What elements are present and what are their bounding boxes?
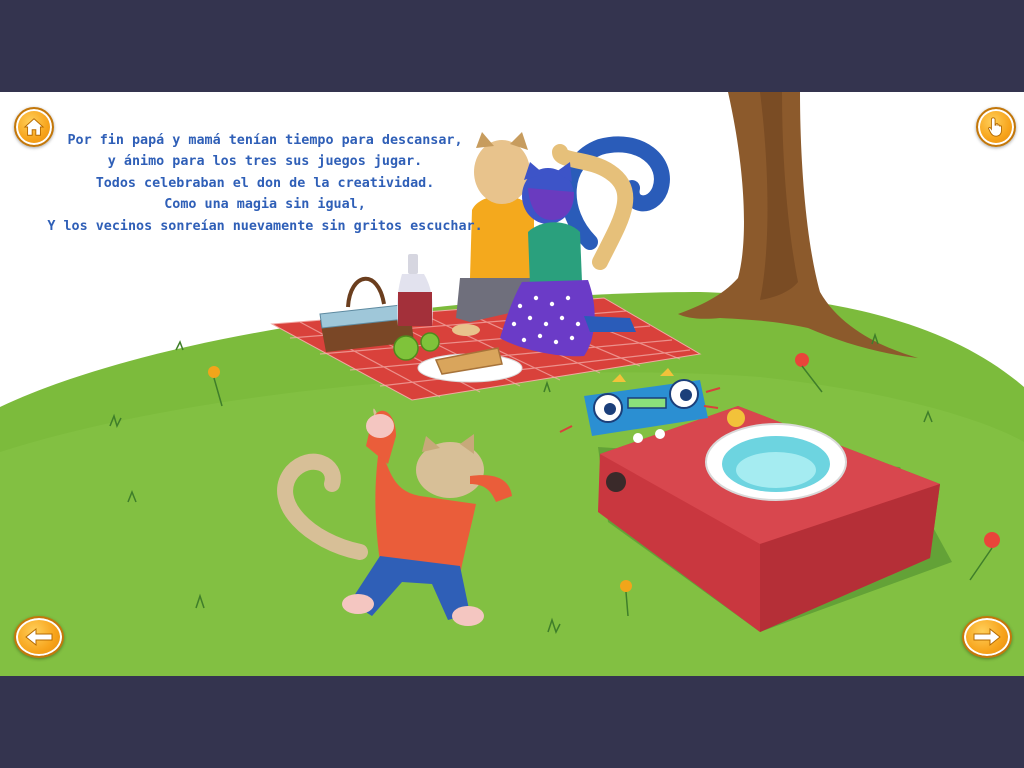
home-button[interactable] [14,107,54,147]
pointing-hand-icon [988,117,1002,137]
arrow-right-icon [973,627,1001,647]
story-line: Como una magia sin igual, [164,197,366,213]
story-page: Por fin papá y mamá tenían tiempo para d… [0,92,1024,676]
story-text: Por fin papá y mamá tenían tiempo para d… [40,130,490,237]
wine-bottle [397,254,433,326]
next-page-button[interactable] [962,616,1012,658]
story-line: Y los vecinos sonreían nuevamente sin gr… [47,218,483,234]
story-line: Todos celebraban el don de la creativida… [95,175,435,191]
story-line: Por fin papá y mamá tenían tiempo para d… [67,133,463,148]
apple [420,332,440,352]
previous-page-button[interactable] [14,616,64,658]
home-icon [23,118,45,136]
apple [393,335,419,361]
letterbox-top [0,0,1024,92]
letterbox-bottom [0,676,1024,768]
touch-hint-button[interactable] [976,107,1016,147]
story-line: y ánimo para los tres sus juegos jugar. [107,154,423,170]
arrow-left-icon [25,627,53,647]
